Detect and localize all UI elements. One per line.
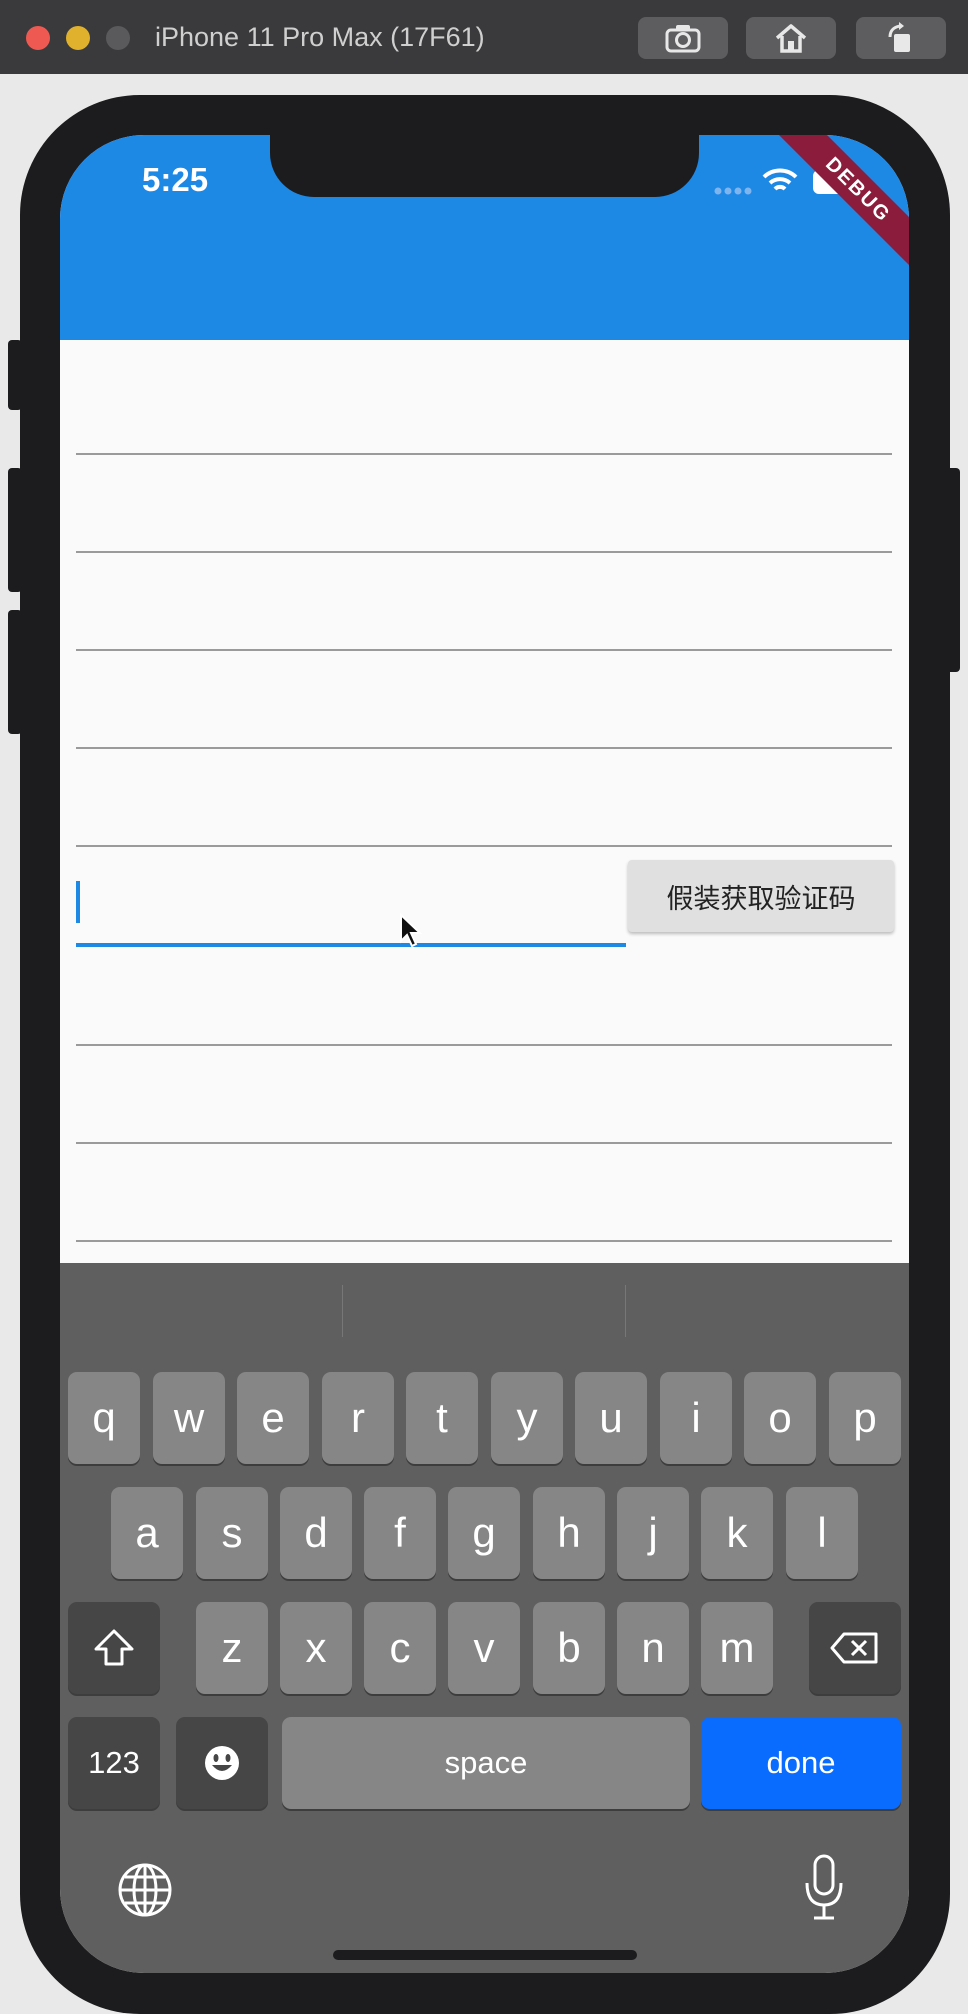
screenshot-button[interactable] [638,17,728,59]
text-cursor [76,881,80,923]
numbers-key[interactable]: 123 [68,1717,160,1809]
mouse-pointer-icon [400,913,423,948]
key-x[interactable]: x [280,1602,352,1694]
backspace-icon [830,1632,878,1664]
ios-keyboard: q w e r t y u i o p a s d f g h j k l z … [60,1263,909,1973]
key-z[interactable]: z [196,1602,268,1694]
key-p[interactable]: p [829,1372,901,1464]
silent-switch [8,340,22,410]
shift-key[interactable] [68,1602,160,1694]
phone-screen: 5:25 DEBUG 假装获取验证码 q w e r t y u i o p a… [60,135,909,1973]
key-r[interactable]: r [322,1372,394,1464]
key-n[interactable]: n [617,1602,689,1694]
key-j[interactable]: j [617,1487,689,1579]
shift-icon [94,1629,134,1666]
minimize-window-button[interactable] [66,26,90,50]
key-m[interactable]: m [701,1602,773,1694]
close-window-button[interactable] [26,26,50,50]
backspace-key[interactable] [809,1602,901,1694]
key-e[interactable]: e [237,1372,309,1464]
window-title: iPhone 11 Pro Max (17F61) [155,22,485,52]
key-i[interactable]: i [660,1372,732,1464]
key-g[interactable]: g [448,1487,520,1579]
signal-icon [714,187,752,195]
text-field-9[interactable] [76,1240,892,1242]
text-field-7[interactable] [76,1044,892,1046]
wifi-icon [762,168,798,191]
suggestion-divider [342,1285,343,1337]
done-key[interactable]: done [701,1717,901,1809]
text-field-3[interactable] [76,649,892,651]
key-u[interactable]: u [575,1372,647,1464]
key-c[interactable]: c [364,1602,436,1694]
verification-code-input[interactable] [76,943,626,947]
simulator-titlebar: iPhone 11 Pro Max (17F61) [0,0,968,75]
key-q[interactable]: q [68,1372,140,1464]
volume-up-button [8,468,22,592]
space-key[interactable]: space [282,1717,690,1809]
emoji-key[interactable] [176,1717,268,1809]
key-y[interactable]: y [491,1372,563,1464]
volume-down-button [8,610,22,734]
key-l[interactable]: l [786,1487,858,1579]
key-h[interactable]: h [533,1487,605,1579]
key-w[interactable]: w [153,1372,225,1464]
text-field-1[interactable] [76,453,892,455]
home-icon [775,24,807,53]
key-d[interactable]: d [280,1487,352,1579]
home-button[interactable] [746,17,836,59]
status-time: 5:25 [142,161,209,198]
key-k[interactable]: k [701,1487,773,1579]
get-verification-code-button[interactable]: 假装获取验证码 [628,860,894,932]
suggestion-divider [625,1285,626,1337]
key-b[interactable]: b [533,1602,605,1694]
camera-icon [665,25,701,53]
microphone-icon[interactable] [802,1853,846,1923]
globe-icon[interactable] [116,1861,174,1919]
rotate-icon [888,22,910,52]
key-t[interactable]: t [406,1372,478,1464]
home-indicator[interactable] [333,1950,637,1960]
text-field-8[interactable] [76,1142,892,1144]
key-a[interactable]: a [111,1487,183,1579]
text-field-4[interactable] [76,747,892,749]
key-v[interactable]: v [448,1602,520,1694]
zoom-window-button[interactable] [106,26,130,50]
key-o[interactable]: o [744,1372,816,1464]
text-field-5[interactable] [76,845,892,847]
notch [270,135,699,197]
text-field-2[interactable] [76,551,892,553]
power-button [946,468,960,672]
emoji-icon [205,1746,239,1780]
rotate-button[interactable] [856,17,946,59]
key-s[interactable]: s [196,1487,268,1579]
key-f[interactable]: f [364,1487,436,1579]
